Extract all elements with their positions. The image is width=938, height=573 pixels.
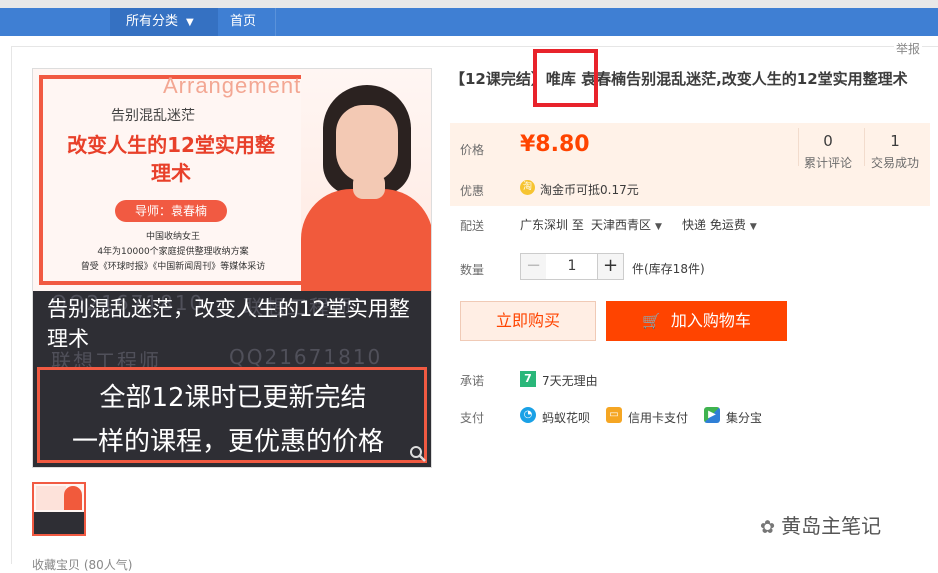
report-link[interactable]: 举报 <box>894 40 923 57</box>
shipping-destination-select[interactable]: 天津西青区 ▼ <box>591 216 662 233</box>
product-thumbnail[interactable] <box>32 482 86 536</box>
promise-text[interactable]: 7天无理由 <box>542 372 598 389</box>
image-line-2: 4年为10000个家庭提供整理收纳方案 <box>97 247 249 257</box>
buy-now-button[interactable]: 立即购买 <box>460 301 596 341</box>
image-line-1: 中国收纳女王 <box>145 232 200 242</box>
shipping-origin: 广东深圳 至 <box>520 218 584 232</box>
payment-credit-card[interactable]: 信用卡支付 <box>628 409 688 426</box>
add-to-cart-button[interactable]: 🛒 加入购物车 <box>606 301 787 341</box>
stock-text: 件(库存18件) <box>632 262 705 276</box>
image-update-line-1: 全部12课时已更新完结 <box>99 383 367 413</box>
caret-down-icon: ▼ <box>749 222 757 232</box>
payment-label: 支付 <box>460 411 485 425</box>
main-product-image[interactable]: Arrangement 告别混乱迷茫 改变人生的12堂实用整理术 导师：袁春楠 … <box>32 68 432 468</box>
shipping-label: 配送 <box>460 219 485 233</box>
instructor-face <box>336 105 398 183</box>
reviews-count[interactable]: 0 <box>798 132 858 150</box>
zoom-icon[interactable] <box>409 445 427 463</box>
promise-label: 承诺 <box>460 374 485 388</box>
author-watermark: ✿ 黄岛主笔记 <box>760 510 881 539</box>
image-band-text: 告别混乱迷茫，改变人生的12堂实用整理术 <box>47 297 410 351</box>
quantity-minus-button[interactable]: − <box>520 253 547 280</box>
promo-label: 优惠 <box>460 184 485 198</box>
image-big-title: 改变人生的12堂实用整理术 <box>67 133 275 185</box>
taojinbi-coin-icon: 淘 <box>520 180 535 195</box>
shipping-method-select[interactable]: 快递 免运费 ▼ <box>682 216 757 233</box>
favorite-link[interactable]: 收藏宝贝 (80人气) <box>32 556 132 573</box>
quantity-input[interactable]: 1 <box>546 253 598 280</box>
thumbnail-dark-band <box>34 512 84 534</box>
wechat-icon: ✿ <box>760 517 776 538</box>
highlight-box <box>533 49 598 107</box>
top-navbar: 所有分类 ▼ 首页 <box>0 8 938 36</box>
thumbnail-title-area <box>36 486 66 510</box>
cart-icon: 🛒 <box>642 312 661 330</box>
quantity-label: 数量 <box>460 263 485 277</box>
huabei-icon: ◔ <box>520 407 536 423</box>
sales-label: 交易成功 <box>870 156 919 170</box>
image-line-3: 曾受《环球时报》《中国新闻周刊》等媒体采访 <box>80 262 266 272</box>
all-categories-menu[interactable]: 所有分类 ▼ <box>110 8 218 36</box>
image-update-line-2: 一样的课程，更优惠的价格 <box>71 427 384 457</box>
credit-card-icon: ▭ <box>606 407 622 423</box>
quantity-plus-button[interactable]: + <box>597 253 624 280</box>
payment-huabei[interactable]: 蚂蚁花呗 <box>542 409 590 426</box>
thumbnail-person <box>64 486 82 510</box>
nav-divider <box>275 8 276 36</box>
shipping-method: 快递 免运费 <box>682 218 746 232</box>
shipping-destination: 天津西青区 <box>591 218 652 232</box>
instructor-body <box>301 189 431 291</box>
price-label: 价格 <box>460 143 485 157</box>
caret-down-icon: ▼ <box>186 17 194 28</box>
add-to-cart-label: 加入购物车 <box>670 311 751 330</box>
top-strip <box>0 0 938 8</box>
reviews-label[interactable]: 累计评论 <box>798 154 858 171</box>
product-title: 【12课完结】唯库 袁春楠告别混乱迷茫,改变人生的12堂实用整理术 <box>450 70 908 88</box>
image-subtitle: 告别混乱迷茫 <box>111 108 195 124</box>
all-categories-label: 所有分类 <box>126 14 179 29</box>
caret-down-icon: ▼ <box>655 222 662 232</box>
payment-jifenbao[interactable]: 集分宝 <box>726 409 762 426</box>
jifenbao-icon: ▶ <box>704 407 720 423</box>
price-value: ¥8.80 <box>520 132 590 157</box>
nav-home-link[interactable]: 首页 <box>230 8 256 36</box>
seven-day-return-icon: 7 <box>520 371 536 387</box>
instructor-hand <box>353 173 385 199</box>
author-watermark-text: 黄岛主笔记 <box>781 514 882 538</box>
sales-count: 1 <box>890 132 900 150</box>
image-arrangement-text: Arrangement <box>163 73 302 98</box>
promo-text: 淘金币可抵0.17元 <box>540 183 639 197</box>
image-teacher-pill: 导师：袁春楠 <box>115 200 227 222</box>
